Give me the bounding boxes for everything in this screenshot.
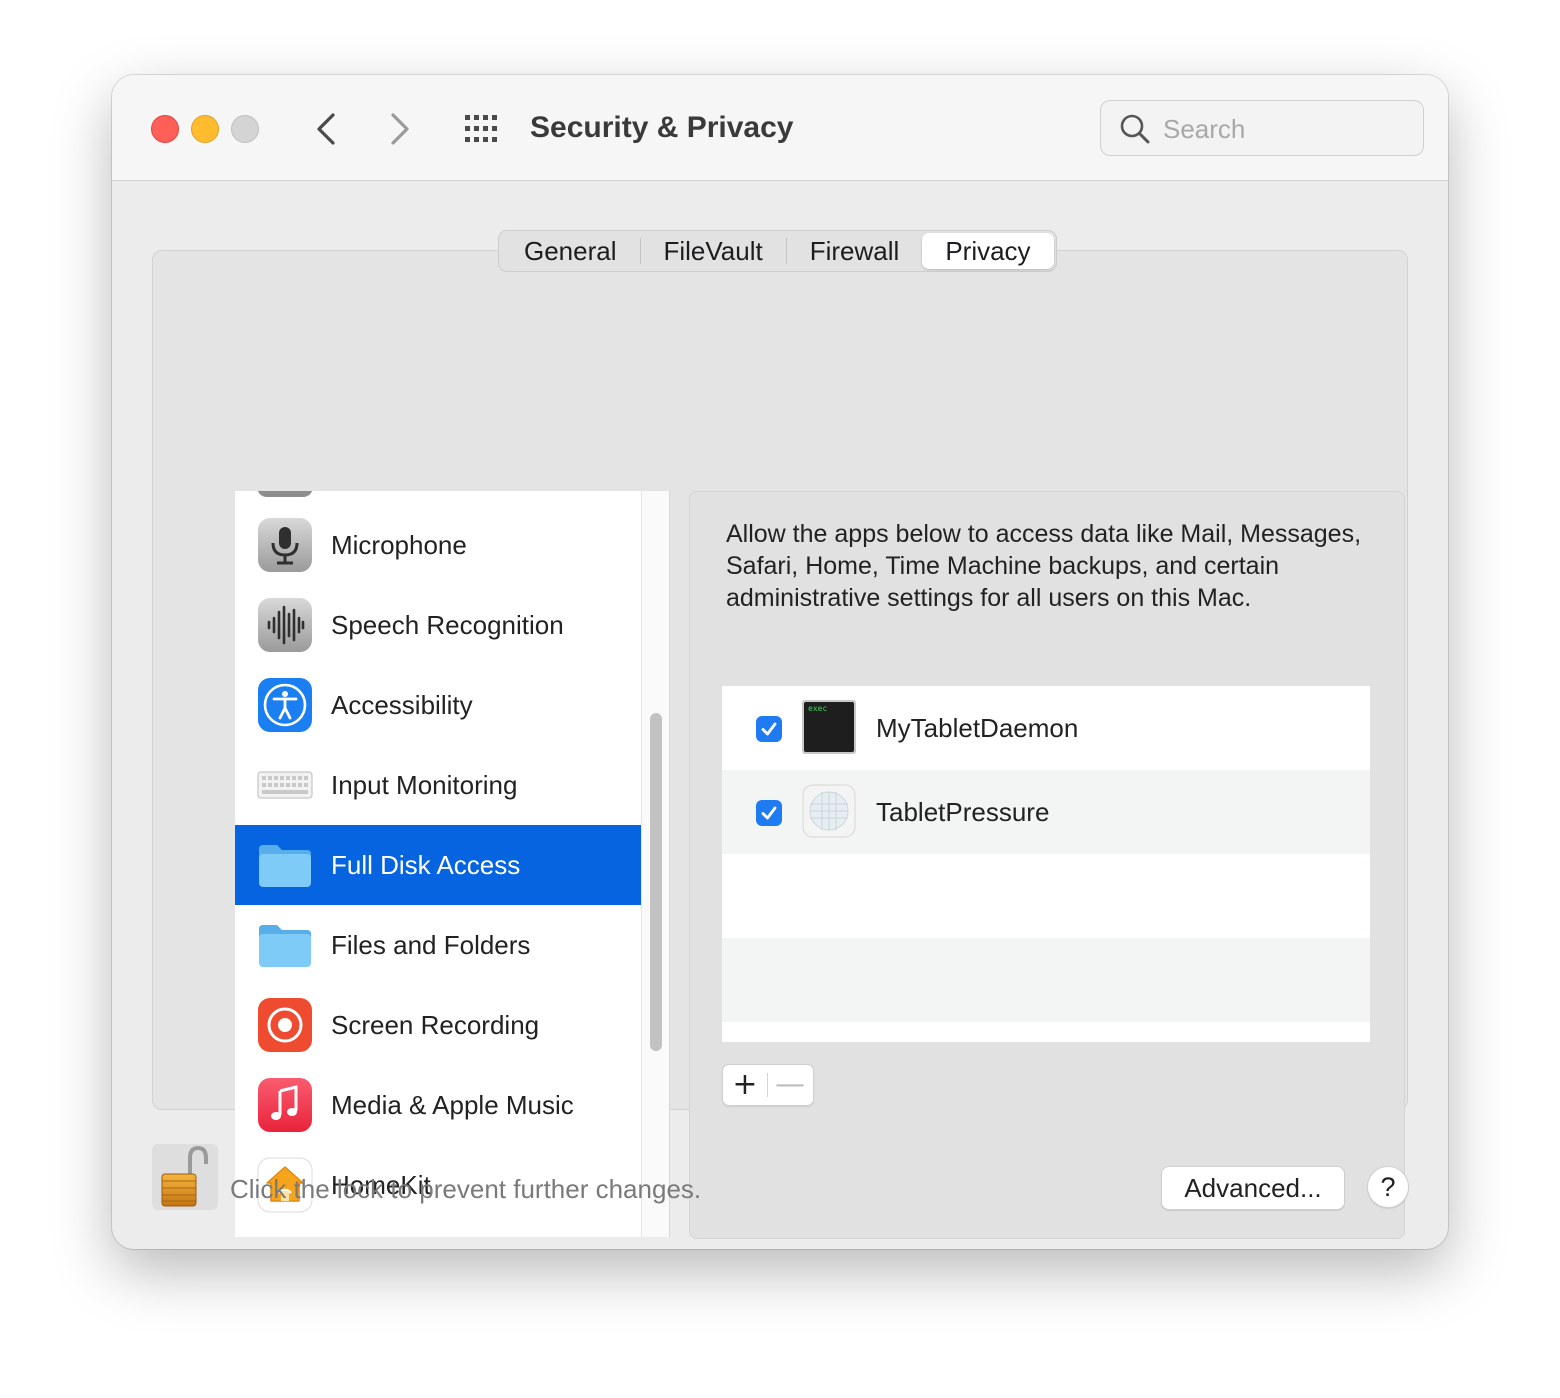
category-microphone[interactable]: Microphone xyxy=(235,505,641,585)
window-title: Security & Privacy xyxy=(530,111,794,144)
show-all-button[interactable] xyxy=(462,111,504,147)
empty-row xyxy=(722,854,1370,938)
lock-button[interactable] xyxy=(152,1144,218,1210)
advanced-button[interactable]: Advanced... xyxy=(1161,1166,1345,1210)
tab-filevault[interactable]: FileVault xyxy=(641,233,786,269)
unlocked-padlock-icon xyxy=(161,1145,208,1207)
waveform-icon xyxy=(258,598,312,652)
access-description: Allow the apps below to access data like… xyxy=(726,520,1362,612)
category-accessibility[interactable]: Accessibility xyxy=(235,665,641,745)
checkmark-icon xyxy=(761,806,777,820)
partial-list-icon xyxy=(257,491,313,497)
chevron-right-icon xyxy=(391,113,409,145)
category-label: Accessibility xyxy=(331,690,473,720)
category-screen-recording[interactable]: Screen Recording xyxy=(235,985,641,1065)
search-field[interactable] xyxy=(1100,100,1424,156)
category-label: Microphone xyxy=(331,530,467,560)
exec-label: exec xyxy=(808,704,827,713)
app-name: MyTabletDaemon xyxy=(876,713,1079,743)
folder-icon xyxy=(259,925,311,967)
terminal-exec-icon: exec xyxy=(802,700,856,754)
app-grid-icon xyxy=(802,784,856,838)
search-input[interactable] xyxy=(1161,113,1405,145)
app-name: TabletPressure xyxy=(876,797,1050,827)
minimize-window-button[interactable] xyxy=(191,115,219,143)
app-checkbox[interactable] xyxy=(756,800,782,826)
accessibility-icon xyxy=(258,678,312,732)
app-checkbox[interactable] xyxy=(756,716,782,742)
folder-icon xyxy=(259,845,311,887)
back-button[interactable] xyxy=(306,109,346,149)
app-row-tabletpressure[interactable]: TabletPressure xyxy=(722,770,1370,854)
app-list: exec MyTabletDaemon TabletPressure xyxy=(722,686,1370,1042)
category-list-scrollbar[interactable] xyxy=(641,491,669,1237)
privacy-panel: Microphone Speech Recognition Accessibil… xyxy=(152,250,1408,1239)
category-label: Full Disk Access xyxy=(331,850,521,880)
empty-row xyxy=(722,938,1370,1022)
title-bar: Security & Privacy xyxy=(112,75,1448,181)
microphone-icon xyxy=(258,518,312,572)
category-label: Screen Recording xyxy=(331,1010,540,1040)
close-window-button[interactable] xyxy=(151,115,179,143)
tab-firewall[interactable]: Firewall xyxy=(787,233,923,269)
tab-bar: General FileVault Firewall Privacy xyxy=(498,230,1057,272)
category-files-and-folders[interactable]: Files and Folders xyxy=(235,905,641,985)
app-row-mytabletdaemon[interactable]: exec MyTabletDaemon xyxy=(722,686,1370,770)
category-speech-recognition[interactable]: Speech Recognition xyxy=(235,585,641,665)
tab-general[interactable]: General xyxy=(501,233,640,269)
forward-button[interactable] xyxy=(380,109,420,149)
search-icon xyxy=(1120,114,1150,144)
category-label: Input Monitoring xyxy=(331,770,518,800)
grid-icon xyxy=(465,115,497,142)
add-app-button[interactable]: + xyxy=(723,1065,767,1105)
music-note-icon xyxy=(258,1078,312,1132)
scrollbar-thumb[interactable] xyxy=(650,713,662,1051)
lock-status-text: Click the lock to prevent further change… xyxy=(230,1174,702,1204)
tab-privacy[interactable]: Privacy xyxy=(922,233,1054,269)
category-label: Speech Recognition xyxy=(331,610,564,640)
full-disk-access-detail: Allow the apps below to access data like… xyxy=(689,491,1405,1239)
category-label: Files and Folders xyxy=(331,930,531,960)
remove-app-button[interactable]: — xyxy=(768,1065,812,1105)
checkmark-icon xyxy=(761,722,777,736)
help-button[interactable]: ? xyxy=(1367,1166,1409,1208)
add-remove-group: + — xyxy=(722,1064,814,1106)
category-label: Media & Apple Music xyxy=(331,1090,574,1120)
record-icon xyxy=(258,998,312,1052)
zoom-window-button[interactable] xyxy=(231,115,259,143)
chevron-left-icon xyxy=(317,113,335,145)
category-media-apple-music[interactable]: Media & Apple Music xyxy=(235,1065,641,1145)
category-input-monitoring[interactable]: Input Monitoring xyxy=(235,745,641,825)
keyboard-icon xyxy=(257,771,313,799)
security-privacy-window: Security & Privacy Micr xyxy=(112,75,1448,1249)
category-full-disk-access[interactable]: Full Disk Access xyxy=(235,825,641,905)
privacy-category-list: Microphone Speech Recognition Accessibil… xyxy=(235,491,670,1237)
